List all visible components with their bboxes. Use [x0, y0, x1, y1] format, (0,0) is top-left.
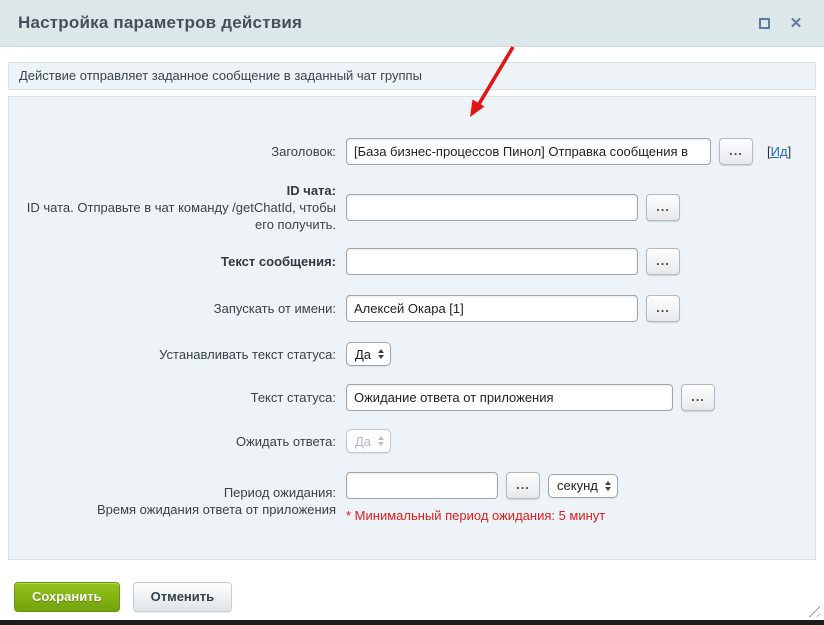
select-arrows-icon: [605, 481, 611, 491]
action-description: Действие отправляет заданное сообщение в…: [8, 62, 816, 90]
bottom-bar: [0, 620, 824, 625]
chat-id-description: ID чата. Отправьте в чат команду /getCha…: [27, 200, 336, 232]
message-text-row: Текст сообщения: ...: [9, 248, 807, 275]
chat-id-label: ID чата: ID чата. Отправьте в чат команд…: [9, 182, 346, 233]
parameters-form: Заголовок: ... [Ид] ID чата: ID чата. От…: [8, 96, 816, 560]
chat-id-more-button[interactable]: ...: [646, 194, 680, 221]
title-label: Заголовок:: [9, 143, 346, 160]
run-as-input[interactable]: [346, 295, 638, 322]
message-text-more-button[interactable]: ...: [646, 248, 680, 275]
set-status-select[interactable]: Да: [346, 342, 391, 366]
wait-period-more-button[interactable]: ...: [506, 472, 540, 499]
wait-answer-select: Да: [346, 429, 391, 453]
select-arrows-icon: [378, 436, 384, 446]
message-text-input[interactable]: [346, 248, 638, 275]
close-icon[interactable]: ✕: [786, 13, 806, 33]
run-as-more-button[interactable]: ...: [646, 295, 680, 322]
status-text-more-button[interactable]: ...: [681, 384, 715, 411]
status-text-label: Текст статуса:: [9, 389, 346, 406]
insert-id-link[interactable]: Ид: [771, 144, 788, 159]
minimum-period-warning: * Минимальный период ожидания: 5 минут: [346, 508, 618, 523]
cancel-button[interactable]: Отменить: [133, 582, 233, 612]
title-input[interactable]: [346, 138, 711, 165]
status-text-input[interactable]: [346, 384, 673, 411]
wait-answer-row: Ожидать ответа: Да: [9, 429, 807, 453]
title-row: Заголовок: ... [Ид]: [9, 138, 807, 165]
chat-id-input[interactable]: [346, 194, 638, 221]
wait-period-unit-select[interactable]: секунд: [548, 474, 618, 498]
wait-period-description: Время ожидания ответа от приложения: [97, 502, 336, 517]
select-arrows-icon: [378, 349, 384, 359]
run-as-label: Запускать от имени:: [9, 300, 346, 317]
insert-id-link-wrap: [Ид]: [767, 144, 791, 159]
save-button[interactable]: Сохранить: [14, 582, 120, 612]
run-as-row: Запускать от имени: ...: [9, 295, 807, 322]
dialog-titlebar: Настройка параметров действия ✕: [0, 0, 824, 47]
title-more-button[interactable]: ...: [719, 138, 753, 165]
wait-period-label: Период ожидания: Время ожидания ответа о…: [9, 484, 346, 518]
maximize-icon[interactable]: [754, 13, 774, 33]
wait-period-row: Период ожидания: Время ожидания ответа о…: [9, 472, 807, 523]
chat-id-row: ID чата: ID чата. Отправьте в чат команд…: [9, 182, 807, 233]
wait-period-input[interactable]: [346, 472, 498, 499]
dialog-title: Настройка параметров действия: [18, 13, 302, 33]
message-text-label: Текст сообщения:: [9, 253, 346, 270]
status-text-row: Текст статуса: ...: [9, 384, 807, 411]
wait-answer-label: Ожидать ответа:: [9, 433, 346, 450]
dialog-window: Настройка параметров действия ✕ Действие…: [0, 0, 824, 625]
set-status-label: Устанавливать текст статуса:: [9, 346, 346, 363]
dialog-footer: Сохранить Отменить: [14, 582, 824, 612]
set-status-row: Устанавливать текст статуса: Да: [9, 342, 807, 366]
